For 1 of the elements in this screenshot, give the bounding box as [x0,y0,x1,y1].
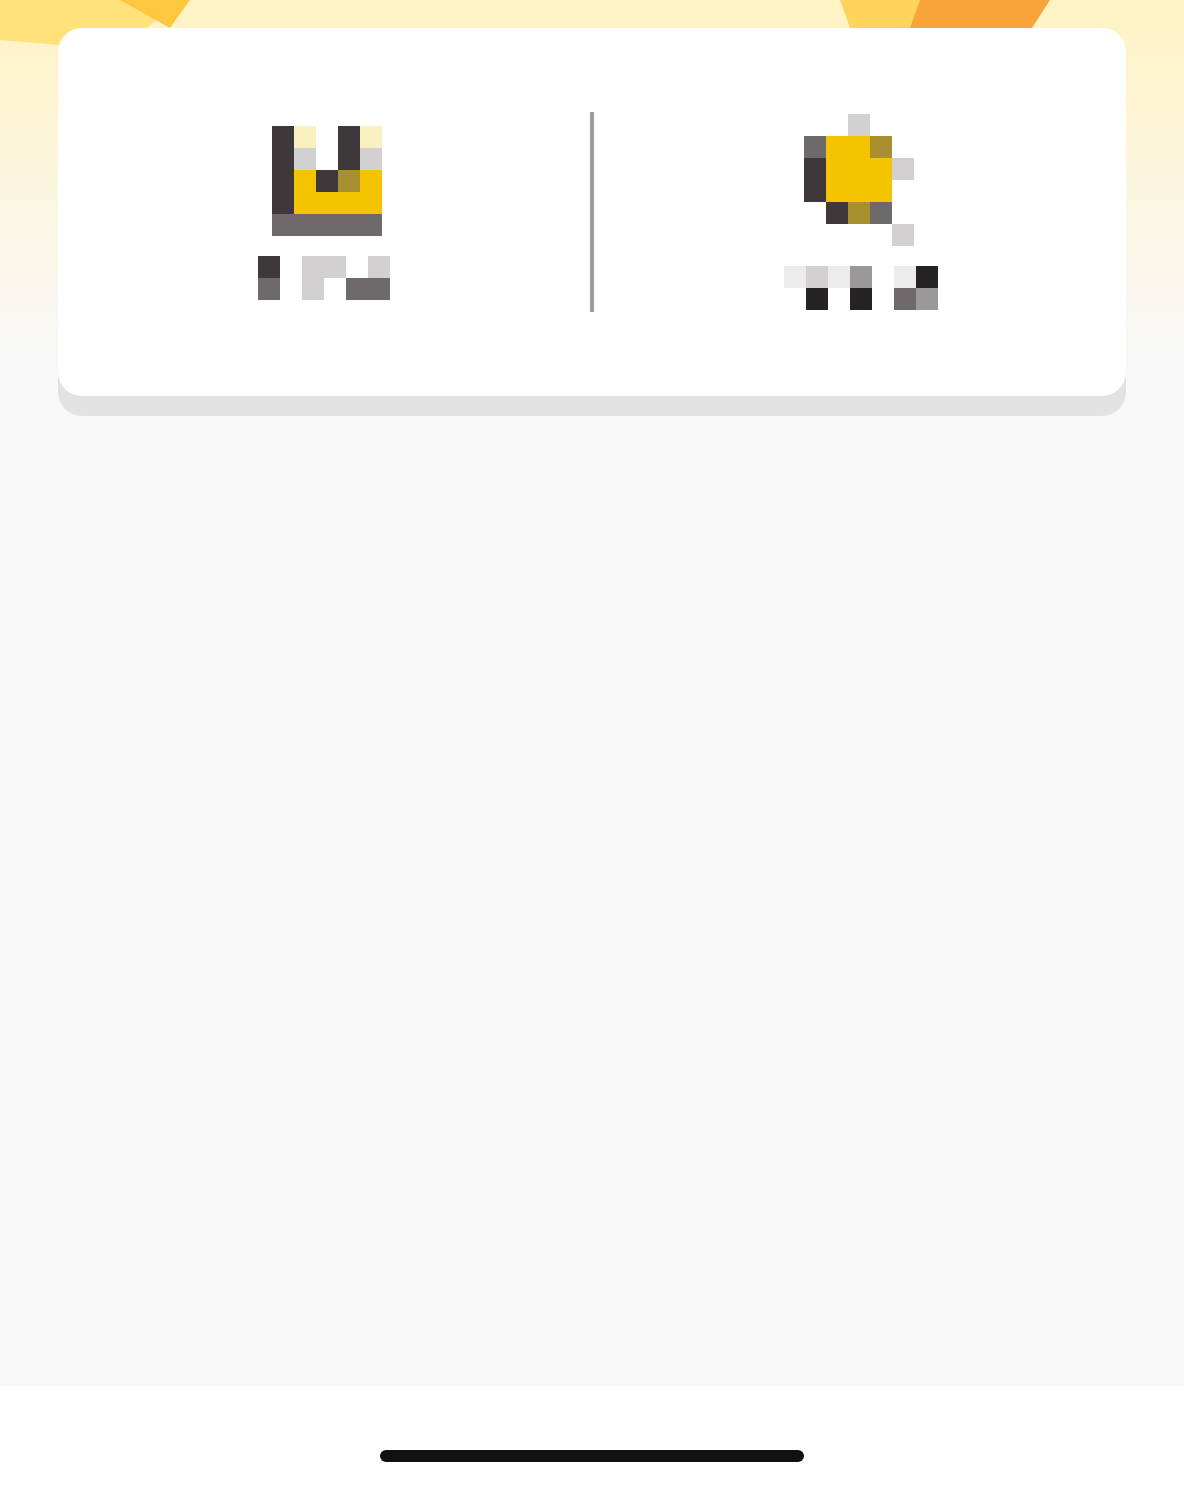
home-indicator[interactable] [380,1450,804,1462]
